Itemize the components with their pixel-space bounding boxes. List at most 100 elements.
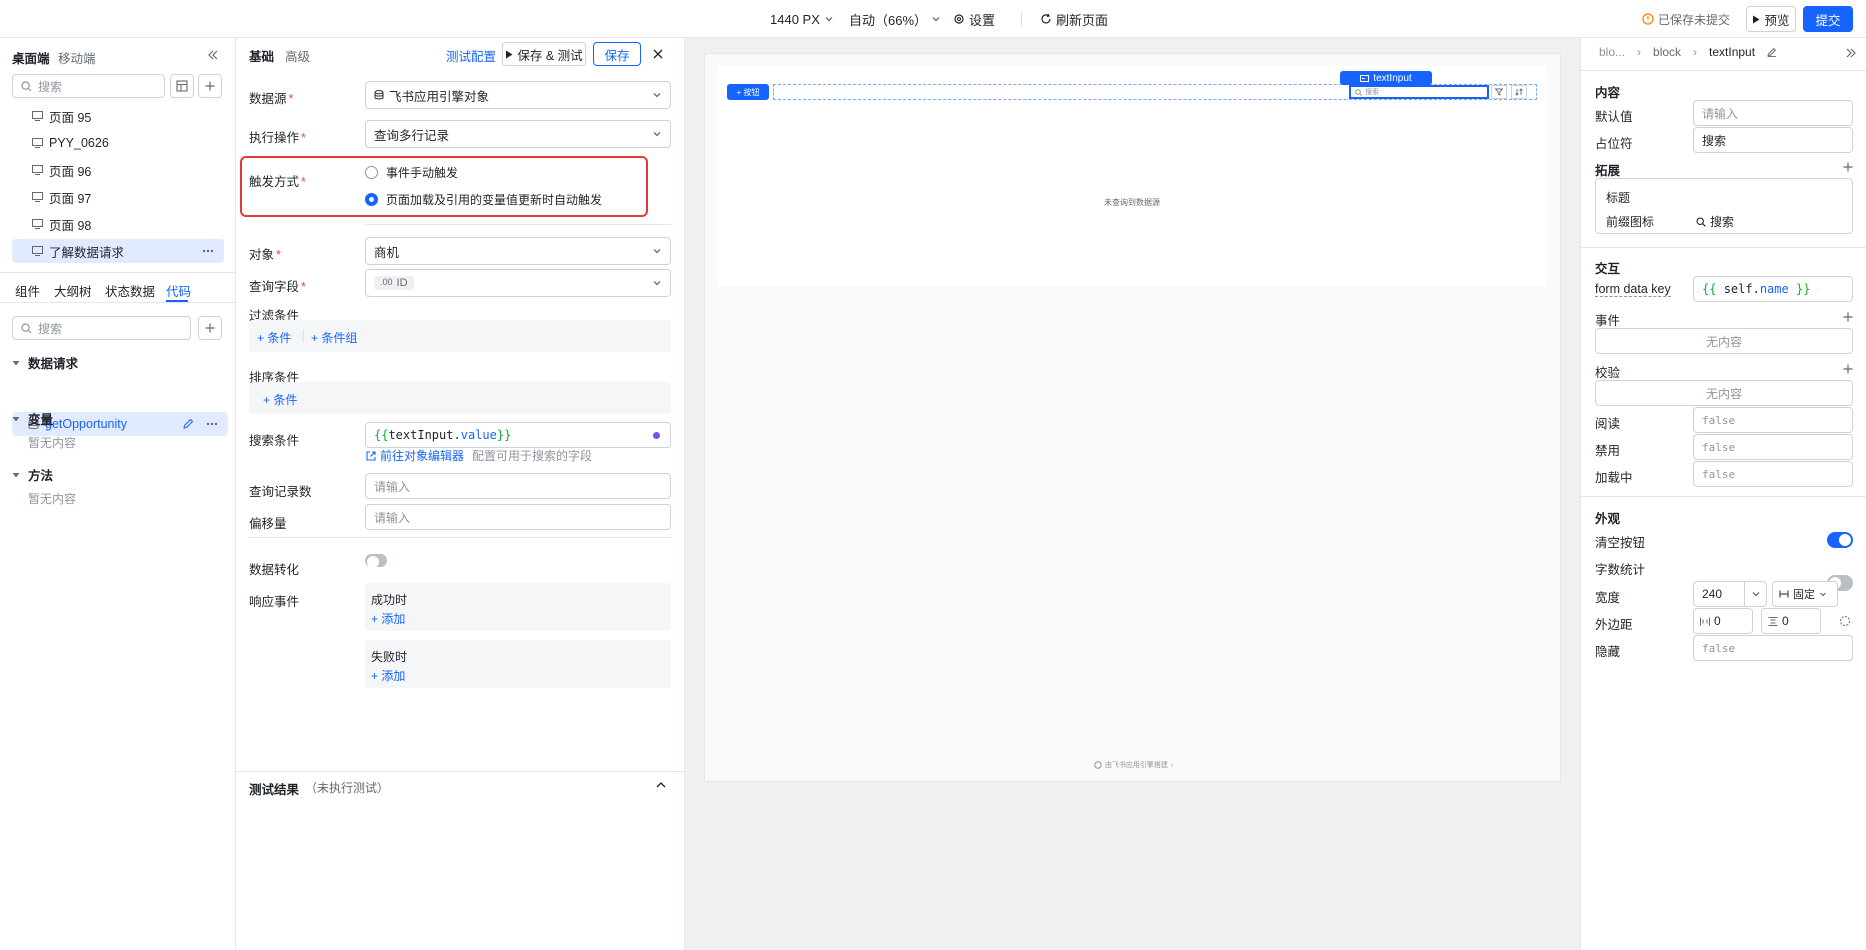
code-search-input[interactable]: 搜索: [12, 316, 191, 340]
tab-desktop[interactable]: 桌面端: [12, 48, 50, 67]
save-button[interactable]: 保存: [593, 42, 641, 66]
trigger-option-manual[interactable]: 事件手动触发: [365, 164, 458, 181]
goto-object-editor[interactable]: 前往对象编辑器 配置可用于搜索的字段: [366, 447, 592, 464]
top-bar: 1440 PX 自动（66%） 设置 刷新页面 已保存未提交 预览 提交: [0, 0, 1866, 38]
refresh-page-button[interactable]: 刷新页面: [1040, 0, 1108, 38]
canvas-filter-button[interactable]: [1491, 85, 1507, 99]
canvas-sort-button[interactable]: [1511, 85, 1527, 99]
prefix-icon-value[interactable]: 搜索: [1696, 213, 1734, 230]
search-condition-input[interactable]: {{textInput. value}}: [365, 422, 671, 448]
page-search-input[interactable]: 搜索: [12, 74, 165, 98]
query-fields-select[interactable]: .00 ID: [365, 269, 671, 297]
page-item[interactable]: 页面 95: [12, 104, 224, 128]
block-container[interactable]: + 按钮 textInput 搜索 未查询到数据源: [717, 66, 1547, 286]
plus-icon[interactable]: [1843, 162, 1853, 172]
edit-icon[interactable]: [1767, 47, 1777, 57]
add-success-action[interactable]: + 添加: [371, 610, 405, 627]
more-icon[interactable]: [202, 249, 214, 253]
test-config-link[interactable]: 测试配置: [446, 46, 496, 65]
plus-icon[interactable]: [1843, 364, 1853, 374]
trigger-option-auto[interactable]: 页面加载及引用的变量值更新时自动触发: [365, 191, 602, 208]
test-result-header[interactable]: 测试结果 （未执行测试）: [249, 779, 389, 798]
breadcrumb-item[interactable]: block: [1653, 45, 1681, 59]
settings-button[interactable]: 设置: [953, 0, 995, 38]
hidden-input[interactable]: false: [1693, 635, 1853, 661]
placeholder-input[interactable]: 搜索: [1693, 127, 1853, 153]
close-icon[interactable]: [652, 48, 664, 60]
save-and-test-button[interactable]: 保存 & 测试: [502, 42, 586, 66]
object-select[interactable]: 商机: [365, 237, 671, 265]
tab-outline[interactable]: 大纲树: [54, 281, 92, 300]
plus-icon[interactable]: [1843, 312, 1853, 322]
tab-code[interactable]: 代码: [166, 281, 191, 300]
radio-unchecked[interactable]: [365, 166, 378, 179]
goto-object-editor-link[interactable]: 前往对象编辑器: [380, 447, 464, 464]
width-unit-dropdown[interactable]: [1744, 582, 1766, 606]
width-mode-select[interactable]: 固定: [1772, 581, 1838, 607]
data-transform-label: 数据转化: [249, 563, 300, 577]
tab-state-data[interactable]: 状态数据: [105, 281, 155, 300]
collapse-left-icon[interactable]: [207, 49, 219, 61]
add-condition-button[interactable]: + 条件: [257, 329, 291, 346]
page-template-button[interactable]: [170, 74, 194, 98]
zoom-select[interactable]: 自动（66%）: [849, 0, 941, 38]
query-fields-label: 查询字段 *: [249, 280, 306, 294]
page-item[interactable]: 页面 97: [12, 185, 224, 209]
tab-advanced[interactable]: 高级: [285, 46, 310, 65]
loading-input[interactable]: false: [1693, 461, 1853, 487]
canvas-width-select[interactable]: 1440 PX: [770, 0, 834, 38]
preview-button[interactable]: 预览: [1746, 6, 1796, 32]
add-page-button[interactable]: [198, 74, 222, 98]
page-item[interactable]: 页面 96: [12, 158, 224, 182]
section-methods[interactable]: 方法: [12, 465, 53, 484]
page-item[interactable]: PYY_0626: [12, 131, 224, 155]
monitor-icon: [32, 192, 43, 202]
width-input[interactable]: 240: [1693, 581, 1767, 607]
collapse-right-icon[interactable]: [1845, 47, 1857, 59]
radio-checked[interactable]: [365, 193, 378, 206]
margin-horizontal-input[interactable]: 0: [1693, 608, 1753, 634]
tab-mobile[interactable]: 移动端: [58, 48, 96, 67]
title-slot-label[interactable]: 标题: [1606, 189, 1630, 206]
add-sort-button[interactable]: + 条件: [263, 391, 297, 408]
disabled-label: 禁用: [1595, 444, 1621, 458]
default-value-label: 默认值: [1595, 110, 1633, 124]
disabled-input[interactable]: false: [1693, 434, 1853, 460]
chevron-up-icon[interactable]: [655, 780, 667, 790]
default-value-input[interactable]: 请输入: [1693, 100, 1853, 126]
record-count-input[interactable]: 请输入: [365, 473, 671, 499]
page-item[interactable]: 页面 98: [12, 212, 224, 236]
action-select[interactable]: 查询多行记录: [365, 120, 671, 148]
tab-components[interactable]: 组件: [15, 281, 40, 300]
add-fail-action[interactable]: + 添加: [371, 667, 405, 684]
selected-component-tag[interactable]: textInput: [1340, 71, 1432, 85]
offset-label: 偏移量: [249, 517, 287, 531]
add-code-button[interactable]: [198, 316, 222, 340]
canvas-add-button[interactable]: + 按钮: [727, 84, 769, 100]
canvas-footer[interactable]: 由飞书应用引擎搭建 ›: [705, 760, 1562, 770]
canvas-search-input[interactable]: 搜索: [1349, 85, 1489, 99]
tab-basic[interactable]: 基础: [249, 46, 274, 65]
clear-button-toggle[interactable]: [1827, 532, 1853, 548]
field-type-icon: .00: [380, 277, 393, 287]
breadcrumb-item[interactable]: blo...: [1599, 45, 1625, 59]
readonly-input[interactable]: false: [1693, 407, 1853, 433]
field-tag-id[interactable]: .00 ID: [374, 276, 414, 290]
page-item-active[interactable]: 了解数据请求: [12, 239, 224, 263]
section-variables[interactable]: 变量: [12, 409, 53, 428]
more-icon[interactable]: [206, 422, 218, 426]
refresh-label: 刷新页面: [1056, 12, 1109, 28]
canvas-page[interactable]: + 按钮 textInput 搜索 未查询到数据源 由飞书应用引擎搭建 ›: [704, 53, 1561, 782]
edit-icon[interactable]: [183, 418, 194, 429]
offset-input[interactable]: 请输入: [365, 504, 671, 530]
submit-button[interactable]: 提交: [1803, 6, 1853, 32]
form-data-key-input[interactable]: {{ self. name }}: [1693, 276, 1853, 302]
placeholder-label: 占位符: [1595, 137, 1633, 151]
add-condition-group-button[interactable]: + 条件组: [311, 329, 357, 346]
expand-margin-icon[interactable]: [1839, 615, 1851, 627]
margin-vertical-input[interactable]: 0: [1761, 608, 1821, 634]
property-panel: blo... › block › textInput 内容 默认值 请输入 占位…: [1580, 38, 1866, 950]
datasource-select[interactable]: 飞书应用引擎对象: [365, 81, 671, 109]
data-transform-toggle[interactable]: [365, 554, 387, 568]
section-data-request[interactable]: 数据请求: [12, 353, 78, 372]
